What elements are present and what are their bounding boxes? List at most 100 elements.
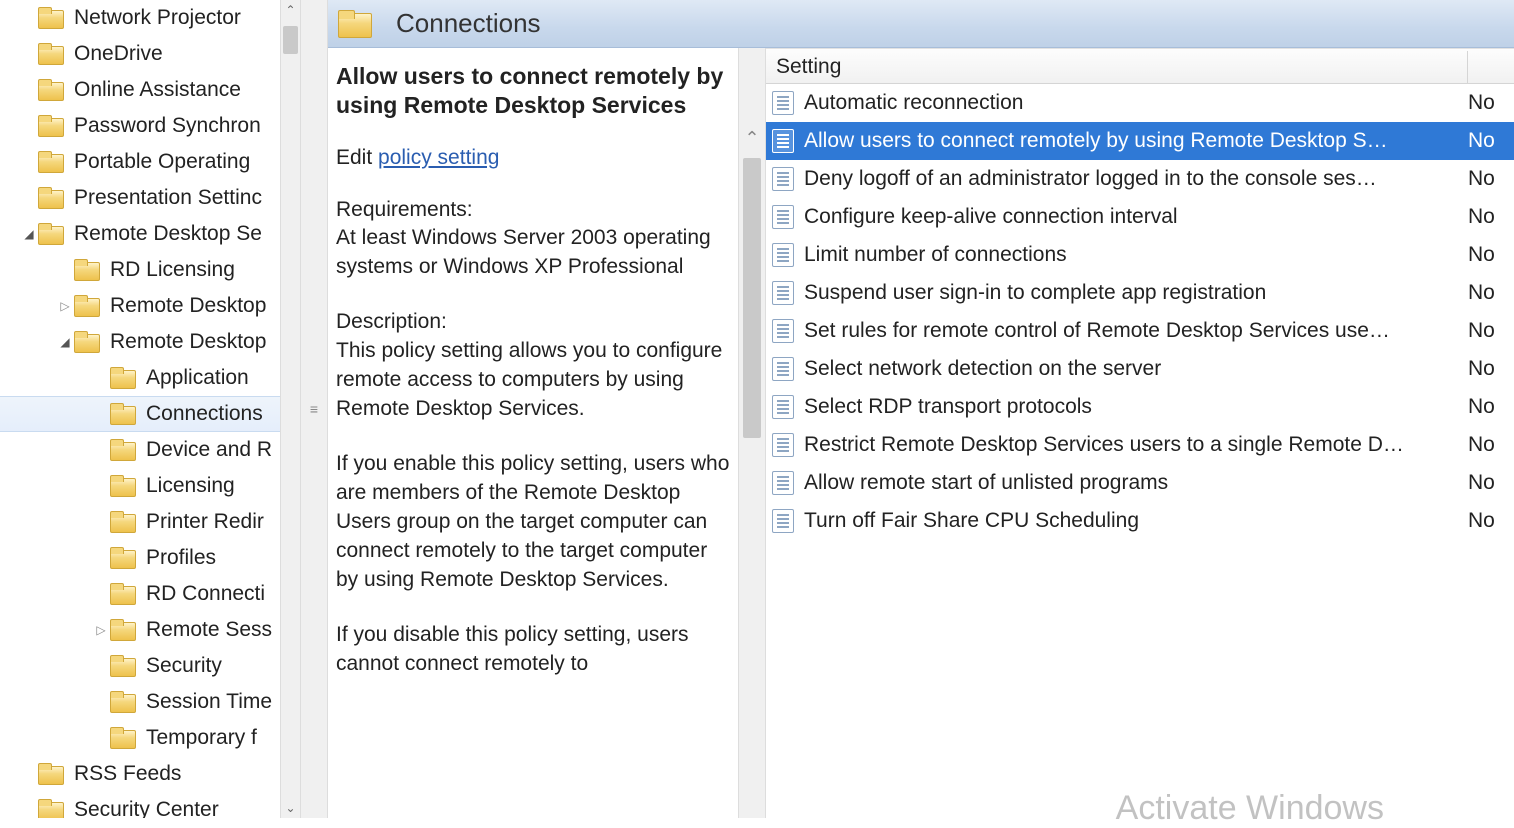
setting-state: No: [1468, 471, 1514, 495]
settings-row[interactable]: Select network detection on the serverNo: [766, 350, 1514, 388]
tree-node-label: OneDrive: [74, 42, 163, 66]
setting-state: No: [1468, 281, 1514, 305]
tree-node[interactable]: Security Center: [0, 792, 300, 818]
folder-icon: [110, 511, 136, 533]
folder-icon: [110, 475, 136, 497]
tree-node[interactable]: RD Licensing: [0, 252, 300, 288]
settings-row[interactable]: Restrict Remote Desktop Services users t…: [766, 426, 1514, 464]
setting-name: Suspend user sign-in to complete app reg…: [804, 281, 1468, 305]
folder-icon: [110, 439, 136, 461]
scrollbar-thumb[interactable]: [283, 26, 298, 54]
edit-policy-link[interactable]: policy setting: [378, 146, 499, 169]
folder-icon: [110, 655, 136, 677]
tree-node[interactable]: ▷Remote Sess: [0, 612, 300, 648]
settings-row[interactable]: Select RDP transport protocolsNo: [766, 388, 1514, 426]
tree-node[interactable]: ◢Remote Desktop Se: [0, 216, 300, 252]
tree-node[interactable]: Temporary f: [0, 720, 300, 756]
tree-node-label: RD Licensing: [110, 258, 235, 282]
folder-icon: [38, 799, 64, 818]
folder-icon: [38, 763, 64, 785]
tree-node[interactable]: OneDrive: [0, 36, 300, 72]
tree-node-label: RSS Feeds: [74, 762, 181, 786]
navigation-tree[interactable]: Network Projector OneDrive Online Assistan…: [0, 0, 300, 818]
column-header-state[interactable]: [1468, 75, 1514, 83]
scrollbar-up-arrow-icon[interactable]: ⌃: [281, 0, 300, 20]
expander-icon[interactable]: ▷: [56, 299, 74, 313]
tree-node[interactable]: Application: [0, 360, 300, 396]
folder-icon: [110, 727, 136, 749]
tree-node[interactable]: Portable Operating: [0, 144, 300, 180]
expander-icon[interactable]: ◢: [56, 335, 74, 349]
description-scrollbar[interactable]: ⌃: [738, 48, 766, 818]
settings-list-header[interactable]: Setting: [766, 48, 1514, 84]
settings-row[interactable]: Set rules for remote control of Remote D…: [766, 312, 1514, 350]
tree-node[interactable]: Printer Redir: [0, 504, 300, 540]
settings-row[interactable]: Allow users to connect remotely by using…: [766, 122, 1514, 160]
settings-row[interactable]: Limit number of connectionsNo: [766, 236, 1514, 274]
scrollbar-thumb[interactable]: [743, 158, 761, 438]
folder-icon: [110, 547, 136, 569]
setting-name: Select network detection on the server: [804, 357, 1468, 381]
tree-node[interactable]: Licensing: [0, 468, 300, 504]
policy-setting-icon: [772, 91, 794, 115]
folder-icon: [38, 115, 64, 137]
policy-setting-icon: [772, 243, 794, 267]
folder-icon: [110, 583, 136, 605]
folder-icon: [110, 367, 136, 389]
scrollbar-track[interactable]: [281, 20, 300, 798]
expander-icon[interactable]: ◢: [20, 227, 38, 241]
setting-name: Deny logoff of an administrator logged i…: [804, 167, 1468, 191]
tree-node[interactable]: RD Connecti: [0, 576, 300, 612]
tree-node[interactable]: RSS Feeds: [0, 756, 300, 792]
tree-node-label: Temporary f: [146, 726, 257, 750]
folder-icon: [38, 223, 64, 245]
tree-node[interactable]: ◢ Remote Desktop: [0, 324, 300, 360]
setting-state: No: [1468, 357, 1514, 381]
settings-row[interactable]: Configure keep-alive connection interval…: [766, 198, 1514, 236]
settings-row[interactable]: Deny logoff of an administrator logged i…: [766, 160, 1514, 198]
settings-row[interactable]: Suspend user sign-in to complete app reg…: [766, 274, 1514, 312]
setting-state: No: [1468, 243, 1514, 267]
tree-node[interactable]: Password Synchron: [0, 108, 300, 144]
column-header-setting[interactable]: Setting: [766, 51, 1468, 83]
tree-node-label: Password Synchron: [74, 114, 261, 138]
tree-node[interactable]: Security: [0, 648, 300, 684]
folder-icon: [38, 187, 64, 209]
navigation-tree-panel: Network Projector OneDrive Online Assistan…: [0, 0, 300, 818]
setting-state: No: [1468, 129, 1514, 153]
setting-name: Configure keep-alive connection interval: [804, 205, 1468, 229]
tree-node-label: RD Connecti: [146, 582, 265, 606]
panel-splitter[interactable]: ≡: [300, 0, 328, 818]
tree-node[interactable]: Connections: [0, 396, 300, 432]
tree-node-label: Remote Desktop: [110, 294, 266, 318]
setting-state: No: [1468, 91, 1514, 115]
folder-icon: [38, 43, 64, 65]
tree-node[interactable]: Profiles: [0, 540, 300, 576]
policy-setting-icon: [772, 281, 794, 305]
tree-node[interactable]: Network Projector: [0, 0, 300, 36]
tree-node-label: Security Center: [74, 798, 219, 818]
requirements-text: At least Windows Server 2003 operating s…: [336, 224, 730, 282]
splitter-grip-icon[interactable]: ≡: [301, 401, 327, 417]
policy-setting-icon: [772, 129, 794, 153]
scrollbar-up-arrow-icon[interactable]: ⌃: [739, 128, 765, 149]
tree-node[interactable]: Online Assistance: [0, 72, 300, 108]
tree-node[interactable]: ▷ Remote Desktop: [0, 288, 300, 324]
tree-node-label: Profiles: [146, 546, 216, 570]
tree-node[interactable]: Device and R: [0, 432, 300, 468]
setting-state: No: [1468, 433, 1514, 457]
description-paragraph-3: If you disable this policy setting, user…: [336, 621, 730, 679]
setting-state: No: [1468, 167, 1514, 191]
policy-setting-icon: [772, 357, 794, 381]
settings-row[interactable]: Turn off Fair Share CPU SchedulingNo: [766, 502, 1514, 540]
expander-icon[interactable]: ▷: [92, 623, 110, 637]
settings-row[interactable]: Automatic reconnectionNo: [766, 84, 1514, 122]
setting-name: Restrict Remote Desktop Services users t…: [804, 433, 1468, 457]
tree-scrollbar[interactable]: ⌃ ⌄: [280, 0, 300, 818]
tree-node[interactable]: Session Time: [0, 684, 300, 720]
settings-list[interactable]: Automatic reconnectionNoAllow users to c…: [766, 84, 1514, 818]
tree-node-label: Remote Desktop: [110, 330, 266, 354]
settings-row[interactable]: Allow remote start of unlisted programsN…: [766, 464, 1514, 502]
tree-node[interactable]: Presentation Settinc: [0, 180, 300, 216]
scrollbar-down-arrow-icon[interactable]: ⌄: [281, 798, 300, 818]
